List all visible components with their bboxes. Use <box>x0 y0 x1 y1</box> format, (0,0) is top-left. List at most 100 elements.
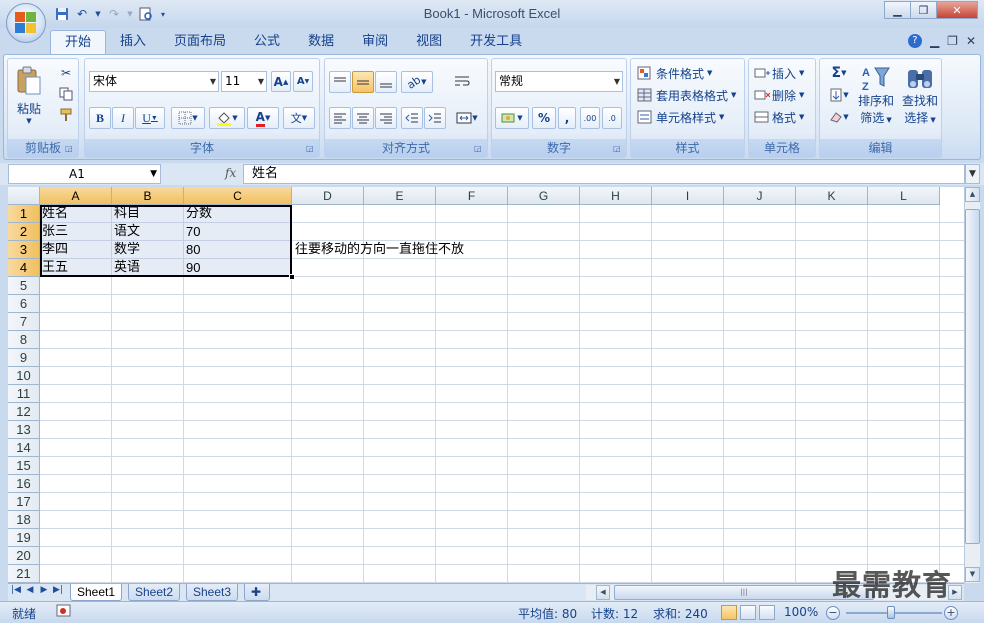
align-left-icon[interactable] <box>329 107 351 129</box>
cell-c1[interactable]: 分数 <box>184 205 292 223</box>
merge-center-icon[interactable]: ▼ <box>451 107 483 129</box>
column-header-h[interactable]: H <box>580 187 652 205</box>
row-header-2[interactable]: 2 <box>8 223 40 241</box>
font-name-select[interactable]: 宋体 ▼ <box>89 71 219 92</box>
sheet-tab-sheet1[interactable]: Sheet1 <box>70 584 123 601</box>
worksheet-grid[interactable]: A B C D E F G H I J K L 1 2 3 4 5 6 7 8 9 10 11 12 13 14 15 16 17 18 1… <box>8 187 964 583</box>
find-select-button[interactable]: 查找和 选择 ▼ <box>900 61 940 129</box>
column-header-k[interactable]: K <box>796 187 868 205</box>
format-as-table-button[interactable]: 套用表格格式 ▼ <box>637 85 736 105</box>
orientation-icon[interactable]: ab ▼ <box>401 71 433 93</box>
scroll-up-icon[interactable]: ▲ <box>965 187 980 202</box>
sort-filter-button[interactable]: AZ 排序和 筛选 ▼ <box>856 61 896 129</box>
tab-formulas[interactable]: 公式 <box>240 30 294 54</box>
tab-view[interactable]: 视图 <box>402 30 456 54</box>
row-header-12[interactable]: 12 <box>8 403 40 421</box>
row-header-14[interactable]: 14 <box>8 439 40 457</box>
cell-a2[interactable]: 张三 <box>40 223 112 241</box>
copy-icon[interactable] <box>58 86 74 102</box>
row-header-16[interactable]: 16 <box>8 475 40 493</box>
column-header-b[interactable]: B <box>112 187 184 205</box>
font-launcher-icon[interactable]: ◲ <box>306 144 316 154</box>
cell-c4[interactable]: 90 <box>184 259 292 277</box>
expand-formula-bar-icon[interactable]: ▼ <box>965 164 980 184</box>
name-box[interactable]: A1 ▼ <box>8 164 161 184</box>
align-top-icon[interactable] <box>329 71 351 93</box>
number-launcher-icon[interactable]: ◲ <box>613 144 623 154</box>
insert-cells-button[interactable]: 插入 ▼ <box>754 63 804 83</box>
clear-icon[interactable]: ▼ <box>826 107 852 127</box>
macro-record-icon[interactable] <box>56 604 72 621</box>
first-sheet-icon[interactable]: |◀ <box>10 585 22 595</box>
row-header-13[interactable]: 13 <box>8 421 40 439</box>
last-sheet-icon[interactable]: ▶| <box>52 585 64 595</box>
zoom-level[interactable]: 100% <box>784 605 818 619</box>
alignment-launcher-icon[interactable]: ◲ <box>474 144 484 154</box>
tab-page-layout[interactable]: 页面布局 <box>160 30 240 54</box>
page-break-view-icon[interactable] <box>759 605 775 620</box>
decrease-indent-icon[interactable] <box>401 107 423 129</box>
tab-review[interactable]: 审阅 <box>348 30 402 54</box>
minimize-button[interactable]: ▁ <box>884 1 911 19</box>
office-button[interactable] <box>6 3 46 43</box>
autosum-icon[interactable]: Σ ▼ <box>826 63 852 83</box>
row-header-18[interactable]: 18 <box>8 511 40 529</box>
grow-font-icon[interactable]: A ▲ <box>271 71 291 92</box>
bold-icon[interactable]: B <box>89 107 111 129</box>
zoom-in-icon[interactable]: + <box>944 606 958 620</box>
cell-b1[interactable]: 科目 <box>112 205 184 223</box>
sheet-tab-sheet2[interactable]: Sheet2 <box>128 584 181 601</box>
row-header-17[interactable]: 17 <box>8 493 40 511</box>
row-header-20[interactable]: 20 <box>8 547 40 565</box>
cell-styles-button[interactable]: 单元格样式 ▼ <box>637 107 724 127</box>
column-header-i[interactable]: I <box>652 187 724 205</box>
fill-color-icon[interactable]: ▼ <box>209 107 245 129</box>
next-sheet-icon[interactable]: ▶ <box>38 585 50 595</box>
ribbon-minimize-icon[interactable]: ▁ <box>930 34 939 48</box>
insert-function-icon[interactable]: fx <box>225 166 236 180</box>
scroll-down-icon[interactable]: ▼ <box>965 567 980 582</box>
column-header-c[interactable]: C <box>184 187 292 205</box>
align-right-icon[interactable] <box>375 107 397 129</box>
column-header-l[interactable]: L <box>868 187 940 205</box>
tab-home[interactable]: 开始 <box>50 30 107 54</box>
vertical-scroll-thumb[interactable] <box>965 209 980 544</box>
italic-icon[interactable]: I <box>112 107 134 129</box>
cell-c2[interactable]: 70 <box>184 223 292 241</box>
formula-input[interactable]: 姓名 <box>243 164 965 184</box>
borders-icon[interactable]: ▼ <box>171 107 205 129</box>
sheet-tab-sheet3[interactable]: Sheet3 <box>186 584 239 601</box>
row-header-19[interactable]: 19 <box>8 529 40 547</box>
ribbon-restore-icon[interactable]: ❐ <box>947 34 958 48</box>
row-header-5[interactable]: 5 <box>8 277 40 295</box>
row-header-3[interactable]: 3 <box>8 241 40 259</box>
cell-a1[interactable]: 姓名 <box>40 205 112 223</box>
help-icon[interactable]: ? <box>907 34 922 48</box>
increase-indent-icon[interactable] <box>424 107 446 129</box>
wrap-text-icon[interactable] <box>451 71 473 93</box>
decrease-decimal-icon[interactable]: .0 <box>602 107 622 129</box>
select-all-corner[interactable] <box>8 187 40 205</box>
insert-sheet-icon[interactable]: ✚ <box>244 584 270 601</box>
tab-insert[interactable]: 插入 <box>106 30 160 54</box>
column-header-f[interactable]: F <box>436 187 508 205</box>
normal-view-icon[interactable] <box>721 605 737 620</box>
percent-style-icon[interactable]: % <box>532 107 556 129</box>
cell-a4[interactable]: 王五 <box>40 259 112 277</box>
cell-b2[interactable]: 语文 <box>112 223 184 241</box>
prev-sheet-icon[interactable]: ◀ <box>24 585 36 595</box>
row-header-9[interactable]: 9 <box>8 349 40 367</box>
increase-decimal-icon[interactable]: .00 <box>580 107 600 129</box>
row-header-11[interactable]: 11 <box>8 385 40 403</box>
cell-a3[interactable]: 李四 <box>40 241 112 259</box>
page-layout-view-icon[interactable] <box>740 605 756 620</box>
column-header-j[interactable]: J <box>724 187 796 205</box>
tab-developer[interactable]: 开发工具 <box>456 30 536 54</box>
cut-icon[interactable]: ✂ <box>58 65 74 81</box>
column-header-e[interactable]: E <box>364 187 436 205</box>
column-header-g[interactable]: G <box>508 187 580 205</box>
align-bottom-icon[interactable] <box>375 71 397 93</box>
restore-button[interactable]: ❐ <box>910 1 937 19</box>
scroll-left-icon[interactable]: ◀ <box>596 585 610 600</box>
font-size-select[interactable]: 11 ▼ <box>221 71 267 92</box>
